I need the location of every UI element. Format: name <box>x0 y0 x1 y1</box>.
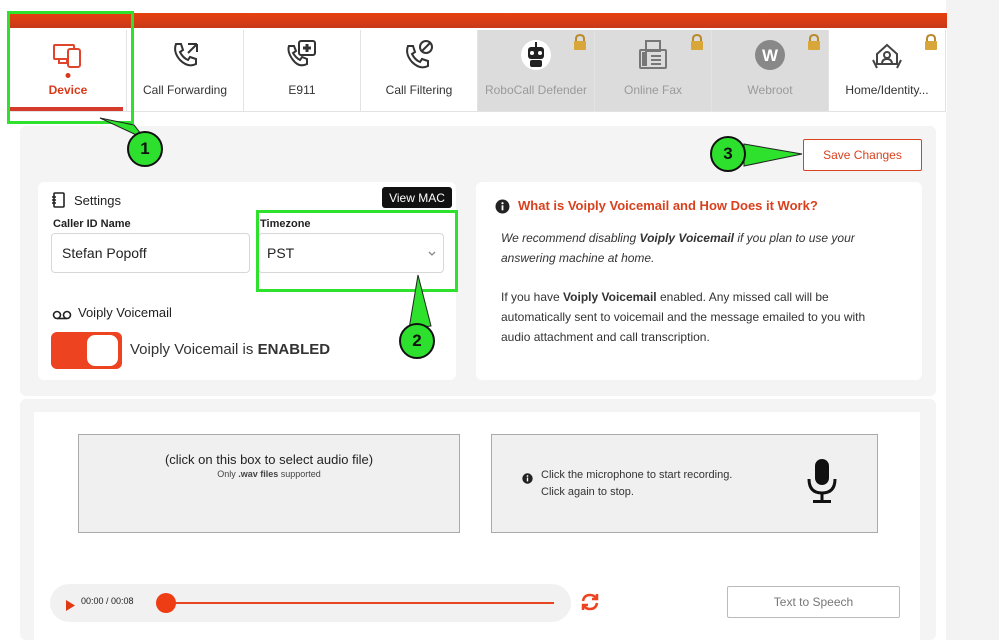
annotation-badge-2: 2 <box>399 323 435 359</box>
annotation-badge-3: 3 <box>710 136 746 172</box>
annotation-badge-1: 1 <box>127 131 163 167</box>
annotation-arrows <box>99 117 803 330</box>
page: Device Call Forwarding E911 Call Filteri… <box>0 0 999 640</box>
